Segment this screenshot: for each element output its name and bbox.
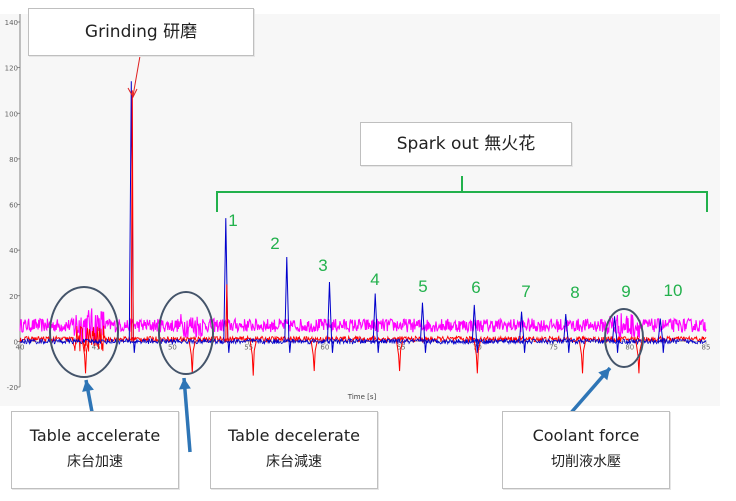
spark-number-label: 2 [270,234,279,253]
spark-number-label: 6 [471,278,480,297]
y-tick-label: 80 [9,156,18,164]
x-tick-label: 40 [16,343,25,351]
table-accelerate-en: Table accelerate [29,426,161,445]
grinding-label: Grinding 研磨 [84,22,198,42]
table-decelerate-en: Table decelerate [228,426,360,445]
y-tick-label: 120 [5,65,18,73]
y-tick-label: 100 [5,110,18,118]
grinding-callout: Grinding 研磨 [28,8,254,56]
spark-number-label: 7 [521,282,530,301]
y-tick-label: 40 [9,247,18,255]
x-axis-label: Time [s] [347,393,377,401]
y-tick-label: 140 [5,19,18,27]
table-decelerate-zh: 床台減速 [266,454,322,470]
coolant-force-zh: 切削液水壓 [551,454,621,470]
y-tick-label: 60 [9,202,18,210]
x-tick-label: 85 [702,343,711,351]
spark-number-label: 5 [418,277,427,296]
spark-out-callout: Spark out 無火花 [360,122,572,166]
y-tick-label: -20 [7,384,18,392]
x-tick-label: 50 [168,343,177,351]
spark-number-label: 10 [664,281,683,300]
spark-number-label: 9 [621,282,630,301]
table-decelerate-callout: Table decelerate 床台減速 [210,411,378,489]
x-tick-label: 60 [320,343,329,351]
spark-out-label: Spark out 無火花 [396,134,536,154]
x-tick-label: 75 [549,343,558,351]
plot-area-background [0,14,720,406]
spark-number-label: 3 [318,256,327,275]
spark-number-label: 1 [228,211,237,230]
y-tick-label: 20 [9,293,18,301]
table-accelerate-callout: Table accelerate 床台加速 [11,411,179,489]
coolant-force-en: Coolant force [532,426,640,445]
spark-number-label: 8 [570,283,579,302]
spark-number-label: 4 [370,270,379,289]
coolant-force-callout: Coolant force 切削液水壓 [502,411,670,489]
figure: -20 0 20 40 60 80 100 120 140 40 45 50 55 60 65 70 75 80 8… [0,0,736,497]
table-accelerate-zh: 床台加速 [67,454,123,470]
